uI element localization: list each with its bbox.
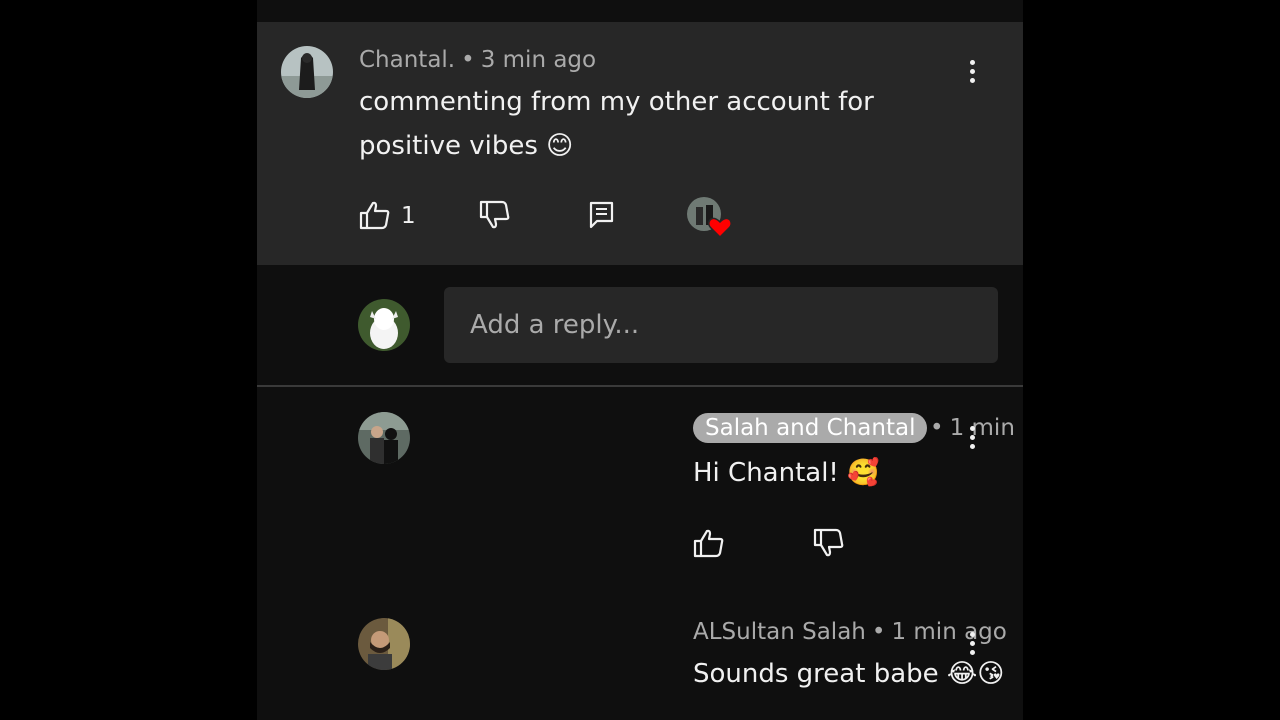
avatar-image — [281, 46, 333, 98]
meta-separator: • — [871, 619, 886, 645]
like-button[interactable] — [359, 200, 391, 234]
user-avatar[interactable] — [358, 299, 410, 351]
meta-separator: • — [930, 415, 944, 441]
avatar[interactable] — [358, 412, 410, 464]
reply-text-fragment: Hi Chantal! — [693, 458, 839, 488]
author-chip[interactable]: Salah and Chantal — [693, 413, 928, 443]
timestamp[interactable]: 1 min ago — [891, 619, 1006, 645]
more-icon[interactable] — [960, 626, 984, 662]
divider — [257, 385, 1023, 387]
like-button[interactable] — [693, 528, 725, 562]
emoji: 🥰 — [847, 458, 880, 488]
comments-panel: Chantal. • 3 min ago commenting from my ot… — [257, 0, 1023, 720]
like-icon — [693, 529, 724, 558]
creator-heart-icon — [687, 197, 733, 239]
timestamp[interactable]: 3 min ago — [481, 47, 596, 73]
more-icon[interactable] — [960, 54, 984, 90]
creator-heart[interactable] — [687, 197, 735, 243]
reply-icon — [589, 201, 614, 229]
avatar-image — [358, 412, 410, 464]
reply-text-fragment: Sounds great babe — [693, 659, 939, 689]
reply-text: Sounds great babe 😂😘 — [693, 652, 1004, 696]
dislike-icon — [813, 528, 844, 557]
top-strip — [257, 0, 1023, 22]
avatar-image — [358, 618, 410, 670]
more-icon[interactable] — [960, 420, 984, 456]
reply-button[interactable] — [589, 200, 615, 234]
comment-text-line: positive vibes 😊 — [359, 124, 874, 168]
reply-text: Hi Chantal! 🥰 — [693, 451, 880, 495]
comment-text-fragment: positive vibes — [359, 131, 538, 161]
avatar[interactable] — [358, 618, 410, 670]
emoji: 😂😘 — [946, 659, 1005, 689]
author-name[interactable]: ALSultan Salah — [693, 619, 866, 645]
avatar[interactable] — [281, 46, 333, 98]
dislike-icon — [479, 200, 510, 229]
comment-text-line: commenting from my other account for — [359, 87, 874, 117]
author-name[interactable]: Chantal. — [359, 47, 455, 73]
reply-box-row — [257, 265, 1023, 385]
comment-text: commenting from my other account for pos… — [359, 80, 874, 168]
comment-meta: Chantal. • 3 min ago — [359, 47, 596, 73]
top-comment: Chantal. • 3 min ago commenting from my ot… — [257, 22, 1023, 265]
meta-separator: • — [461, 47, 475, 73]
emoji: 😊 — [546, 131, 574, 161]
like-count: 1 — [401, 203, 416, 229]
user-avatar-image — [358, 299, 410, 351]
dislike-button[interactable] — [813, 528, 845, 562]
like-icon — [359, 201, 390, 230]
reply-input[interactable] — [444, 287, 998, 363]
dislike-button[interactable] — [479, 200, 511, 234]
